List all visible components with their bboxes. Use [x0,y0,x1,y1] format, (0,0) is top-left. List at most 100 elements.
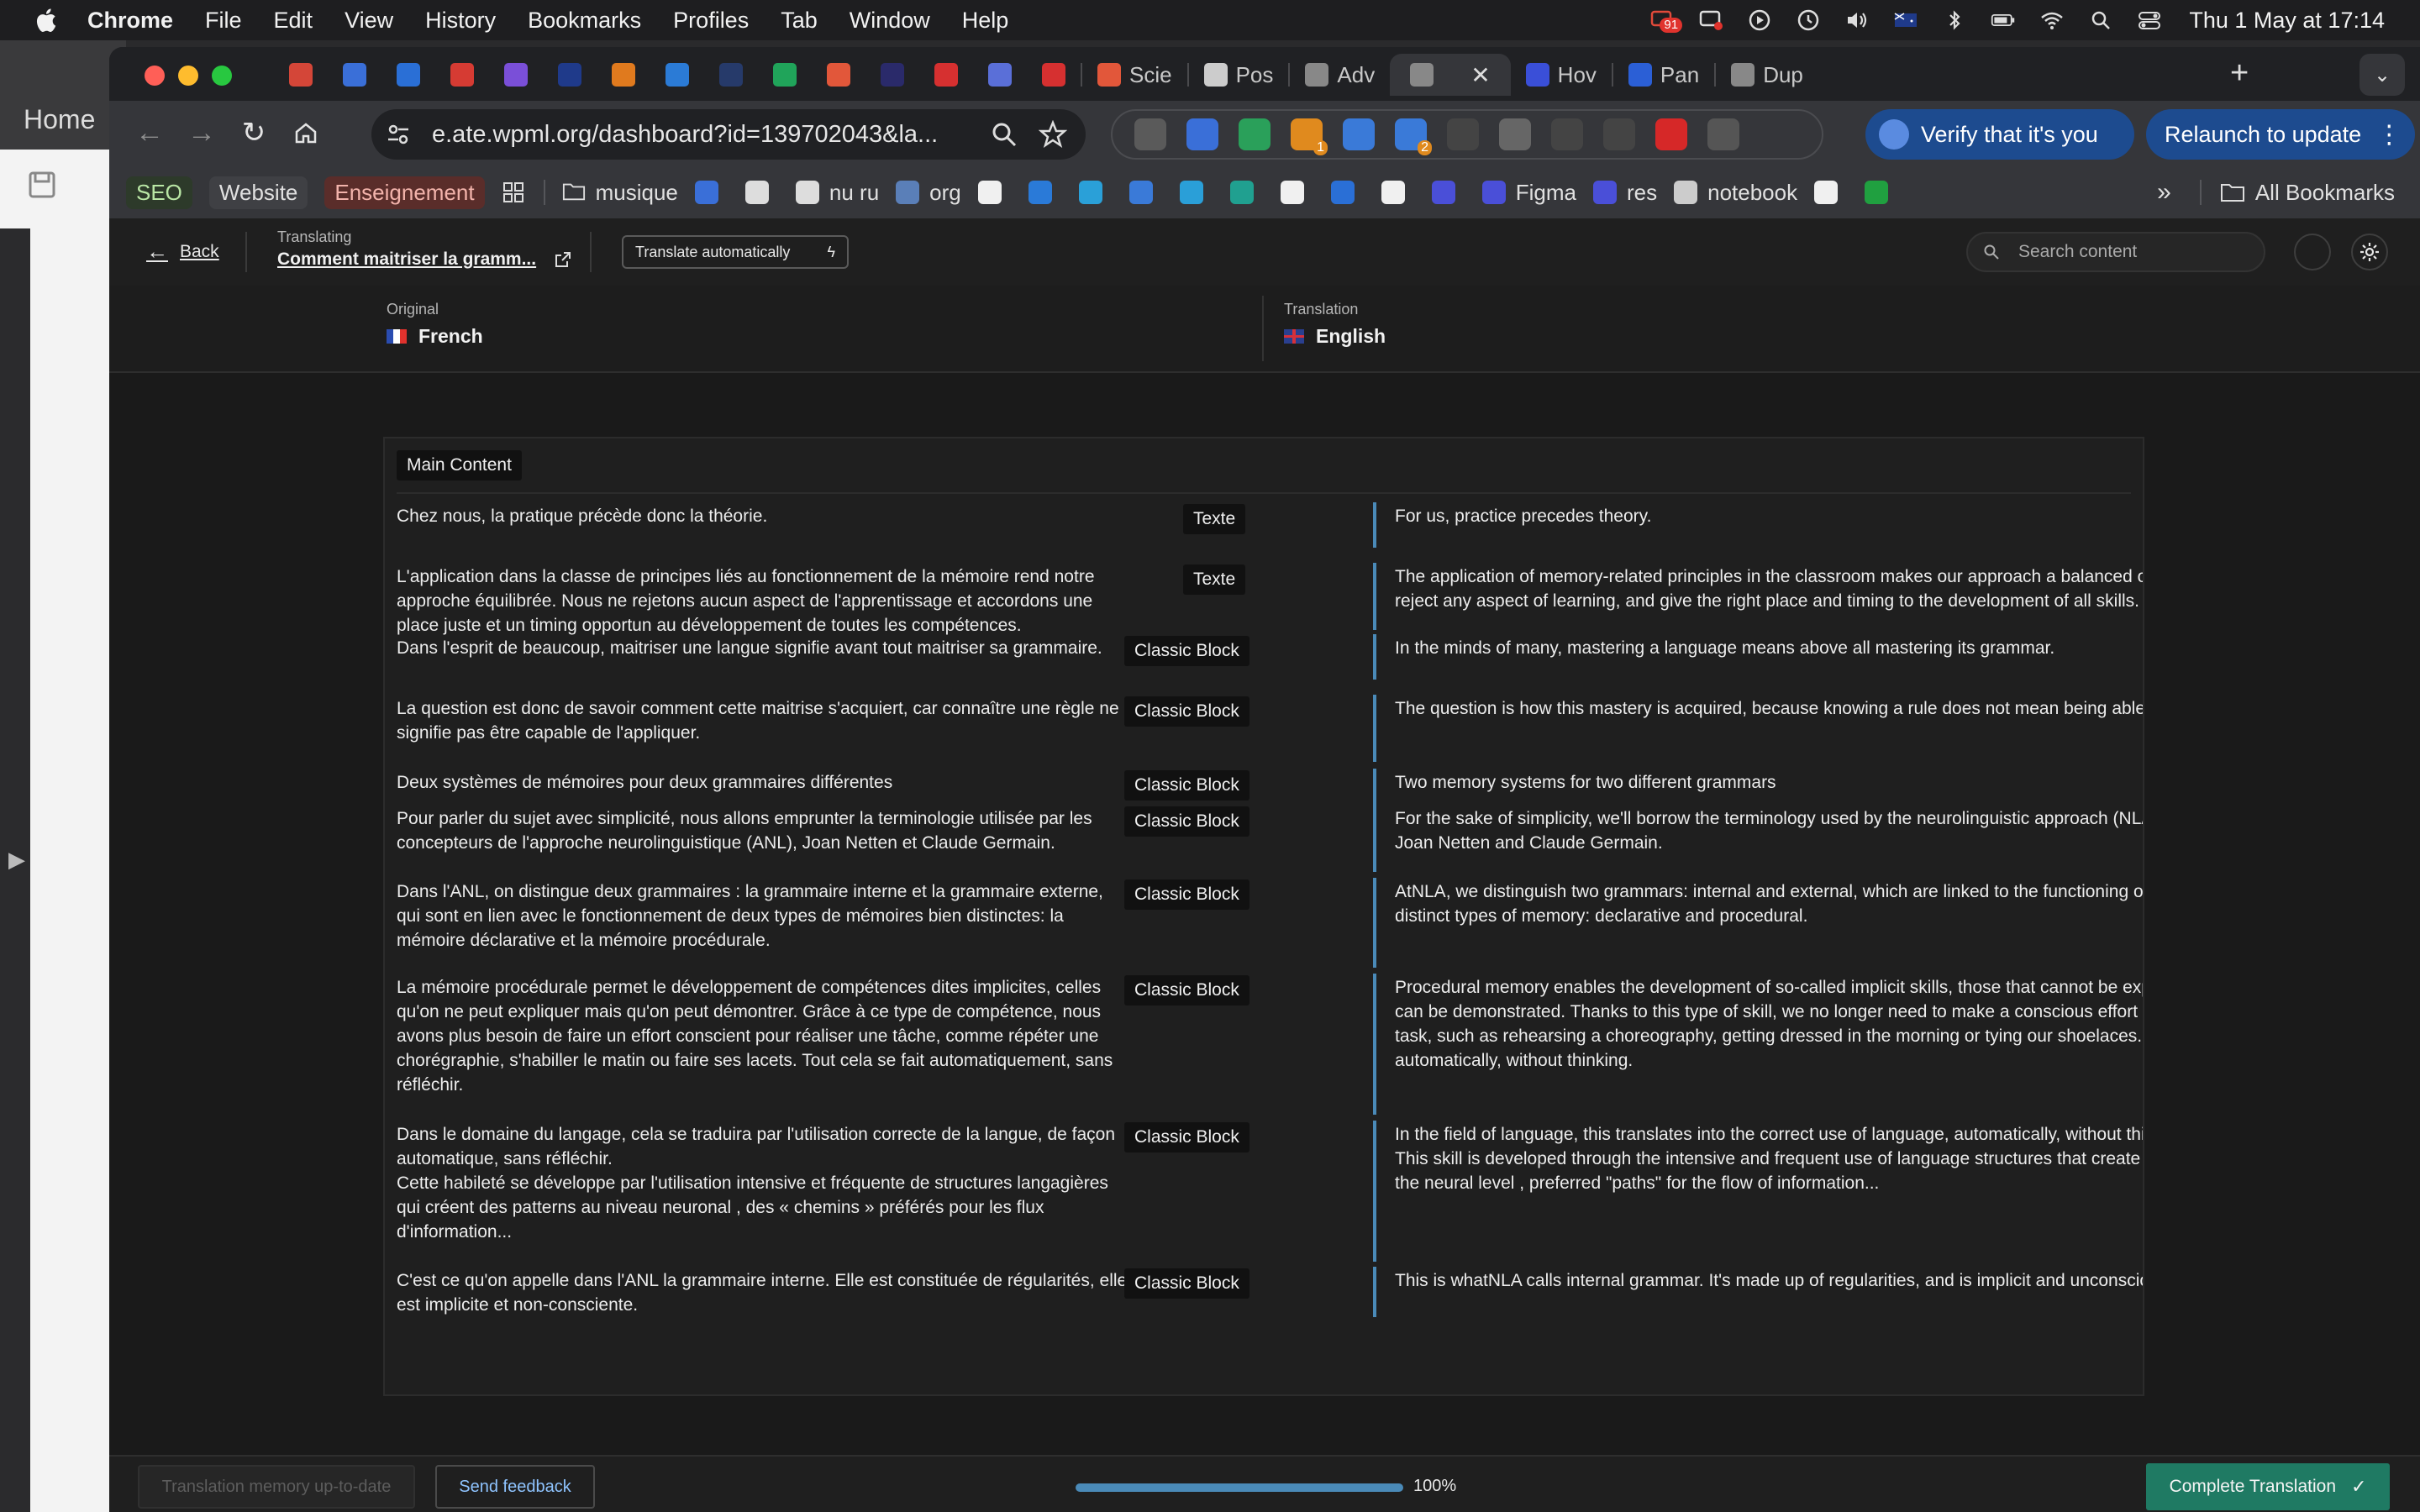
browser-tab[interactable] [543,54,597,96]
browser-tab[interactable] [435,54,489,96]
segment-translation-text[interactable]: This is whatNLA calls internal grammar. … [1395,1268,2143,1293]
save-icon[interactable] [25,168,59,202]
extension-icon[interactable] [1186,118,1218,150]
url-text[interactable]: e.ate.wpml.org/dashboard?id=139702043&la… [432,121,970,149]
translate-automatically-button[interactable]: Translate automatically ϟ [622,235,849,269]
address-bar[interactable]: e.ate.wpml.org/dashboard?id=139702043&la… [371,109,1086,160]
browser-tab[interactable]: Pos [1189,54,1289,96]
browser-tab[interactable] [704,54,758,96]
bookmark-item[interactable] [1330,181,1365,204]
browser-tab[interactable] [274,54,328,96]
extension-icon[interactable] [1551,118,1583,150]
bookmark-item[interactable] [1028,181,1062,204]
bookmark-item[interactable] [1814,181,1848,204]
extension-icon[interactable] [1343,118,1375,150]
new-tab-button[interactable]: + [2230,55,2249,92]
window-minimize-button[interactable] [178,66,198,86]
volume-icon[interactable] [1843,8,1871,33]
send-feedback-button[interactable]: Send feedback [435,1465,595,1509]
browser-tab[interactable]: Pan [1613,54,1714,96]
bookmark-item[interactable] [744,181,779,204]
browser-tab[interactable] [597,54,650,96]
bookmark-seo[interactable]: SEO [126,176,192,209]
segment-translation-text[interactable]: The question is how this mastery is acqu… [1395,696,2143,721]
segment-translation-text[interactable]: For the sake of simplicity, we'll borrow… [1395,806,2143,855]
status-indicator-icon[interactable] [2294,234,2331,270]
expand-arrow-icon[interactable]: ▶ [8,847,25,873]
battery-icon[interactable] [1989,8,2018,33]
external-link-icon[interactable] [555,251,571,268]
extension-icon[interactable] [1499,118,1531,150]
segment-translation-text[interactable]: Two memory systems for two different gra… [1395,770,2143,795]
browser-tab[interactable] [489,54,543,96]
apps-grid-icon[interactable] [502,181,525,204]
segment-translation-text[interactable]: In the field of language, this translate… [1395,1122,2143,1195]
extension-icon[interactable] [1134,118,1166,150]
browser-tab[interactable] [328,54,381,96]
bookmark-item[interactable] [1431,181,1465,204]
wifi-icon[interactable] [2038,8,2066,33]
menu-view[interactable]: View [345,8,393,34]
menu-bookmarks[interactable]: Bookmarks [528,8,641,34]
screen-record-icon[interactable] [1697,8,1725,33]
site-info-icon[interactable] [383,119,413,150]
zoom-icon[interactable] [990,120,1018,149]
play-status-icon[interactable] [1745,8,1774,33]
browser-tab[interactable]: Adv [1290,54,1390,96]
bookmark-item[interactable]: Figma [1481,180,1576,206]
bookmark-item[interactable] [1280,181,1314,204]
browser-tab[interactable] [812,54,865,96]
menu-file[interactable]: File [205,8,242,34]
browser-tab[interactable] [865,54,919,96]
search-content-field[interactable]: Search content [1966,232,2265,272]
bluetooth-icon[interactable] [1940,8,1969,33]
control-center-icon[interactable] [2135,8,2164,33]
browser-tab[interactable] [1027,54,1081,96]
tab-search-button[interactable]: ⌄ [2360,54,2405,96]
keyboard-flag-icon[interactable] [1891,8,1920,33]
extension-icon[interactable] [1239,118,1270,150]
bookmark-item[interactable]: notebook [1674,180,1797,206]
extension-icon[interactable] [1707,118,1739,150]
relaunch-button[interactable]: Relaunch to update ⋮ [2146,109,2415,160]
menubar-clock[interactable]: Thu 1 May at 17:14 [2189,8,2385,34]
bookmark-item[interactable]: nu ru [795,180,879,206]
window-zoom-button[interactable] [212,66,232,86]
segment-translation-text[interactable]: The application of memory-related princi… [1395,564,2143,613]
all-bookmarks-folder[interactable]: All Bookmarks [2220,180,2395,206]
spotlight-search-icon[interactable] [2086,8,2115,33]
menu-edit[interactable]: Edit [274,8,313,34]
menu-app-chrome[interactable]: Chrome [87,8,173,34]
menu-window[interactable]: Window [850,8,930,34]
bookmark-item[interactable] [1229,181,1264,204]
forward-arrow-icon[interactable]: → [185,116,218,150]
bookmark-item[interactable] [1078,181,1113,204]
extension-icon[interactable]: 2 [1395,118,1432,155]
bookmark-folder[interactable]: musique [562,180,678,206]
browser-tab[interactable]: Scie [1082,54,1187,96]
extension-icon[interactable]: 1 [1291,118,1328,155]
window-close-button[interactable] [145,66,165,86]
settings-button[interactable] [2351,234,2388,270]
bookmark-item[interactable] [1128,181,1163,204]
browser-tab[interactable] [650,54,704,96]
browser-tab[interactable]: Hov [1511,54,1612,96]
bookmark-item[interactable] [977,181,1012,204]
segment-translation-text[interactable]: In the minds of many, mastering a langua… [1395,636,2143,660]
apple-icon[interactable] [34,7,57,34]
back-link[interactable]: ← Back [146,239,219,265]
menu-help[interactable]: Help [962,8,1009,34]
document-title-link[interactable]: Comment maitriser la gramm... [277,249,571,270]
back-arrow-icon[interactable]: ← [133,116,166,150]
segment-translation-text[interactable]: Procedural memory enables the developmen… [1395,975,2143,1073]
browser-tab[interactable] [758,54,812,96]
reload-icon[interactable]: ↻ [237,116,271,150]
menu-profiles[interactable]: Profiles [673,8,749,34]
time-machine-icon[interactable] [1794,8,1823,33]
bookmark-item[interactable]: org [896,180,961,206]
browser-tab[interactable] [381,54,435,96]
bookmark-item[interactable]: res [1592,180,1657,206]
menu-tab[interactable]: Tab [781,8,818,34]
notifications-status-icon[interactable]: 91 [1648,8,1683,33]
bookmark-item[interactable] [1381,181,1415,204]
